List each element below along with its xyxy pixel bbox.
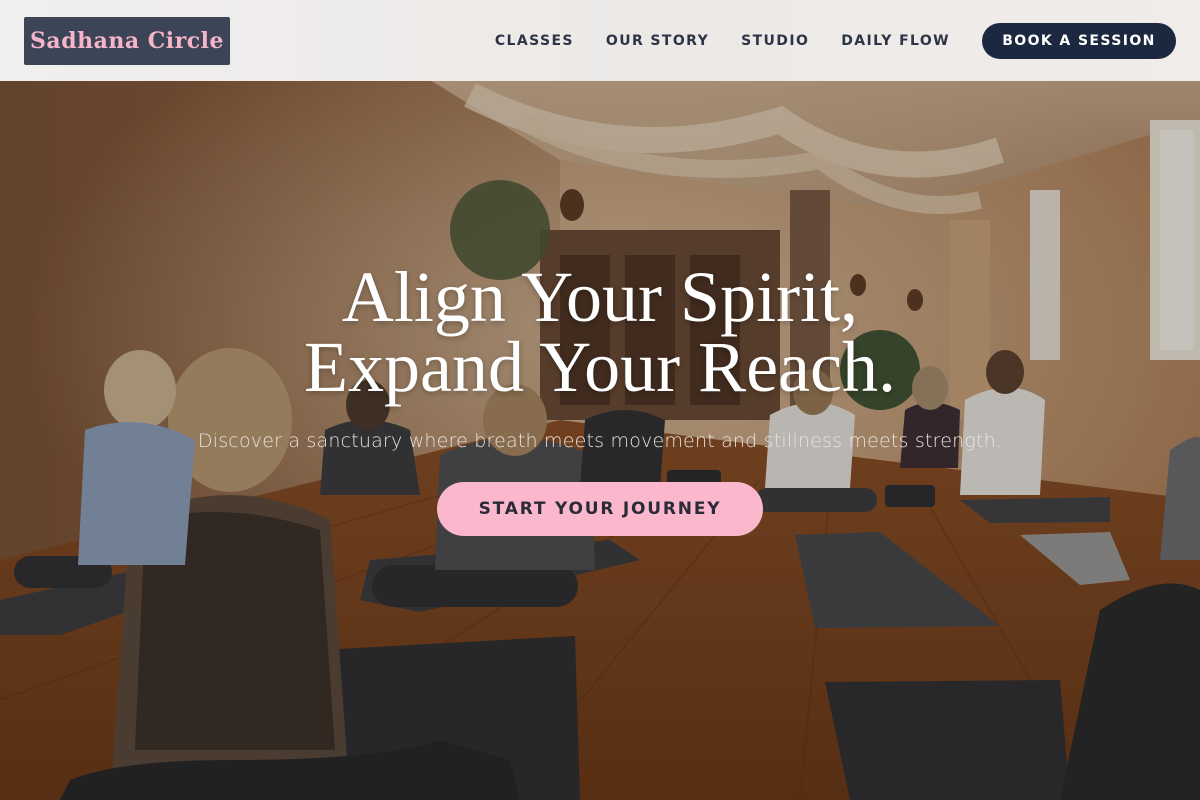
- start-journey-button[interactable]: START YOUR JOURNEY: [437, 482, 763, 536]
- hero-subheadline: Discover a sanctuary where breath meets …: [197, 430, 1003, 452]
- hero-content: Align Your Spirit, Expand Your Reach. Di…: [0, 261, 1200, 536]
- nav-item-our-story[interactable]: OUR STORY: [606, 33, 709, 49]
- nav-item-daily-flow[interactable]: DAILY FLOW: [841, 33, 950, 49]
- main-nav: CLASSES OUR STORY STUDIO DAILY FLOW BOOK…: [463, 22, 1176, 59]
- hero-headline: Align Your Spirit, Expand Your Reach.: [0, 261, 1200, 403]
- book-session-button[interactable]: BOOK A SESSION: [982, 22, 1176, 59]
- hero-headline-line-1: Align Your Spirit,: [341, 257, 859, 337]
- brand-logo[interactable]: Sadhana Circle: [24, 16, 230, 65]
- hero-headline-line-2: Expand Your Reach.: [304, 327, 896, 407]
- nav-item-classes[interactable]: CLASSES: [495, 33, 574, 49]
- site-header: Sadhana Circle CLASSES OUR STORY STUDIO …: [0, 0, 1200, 81]
- nav-item-studio[interactable]: STUDIO: [741, 33, 809, 49]
